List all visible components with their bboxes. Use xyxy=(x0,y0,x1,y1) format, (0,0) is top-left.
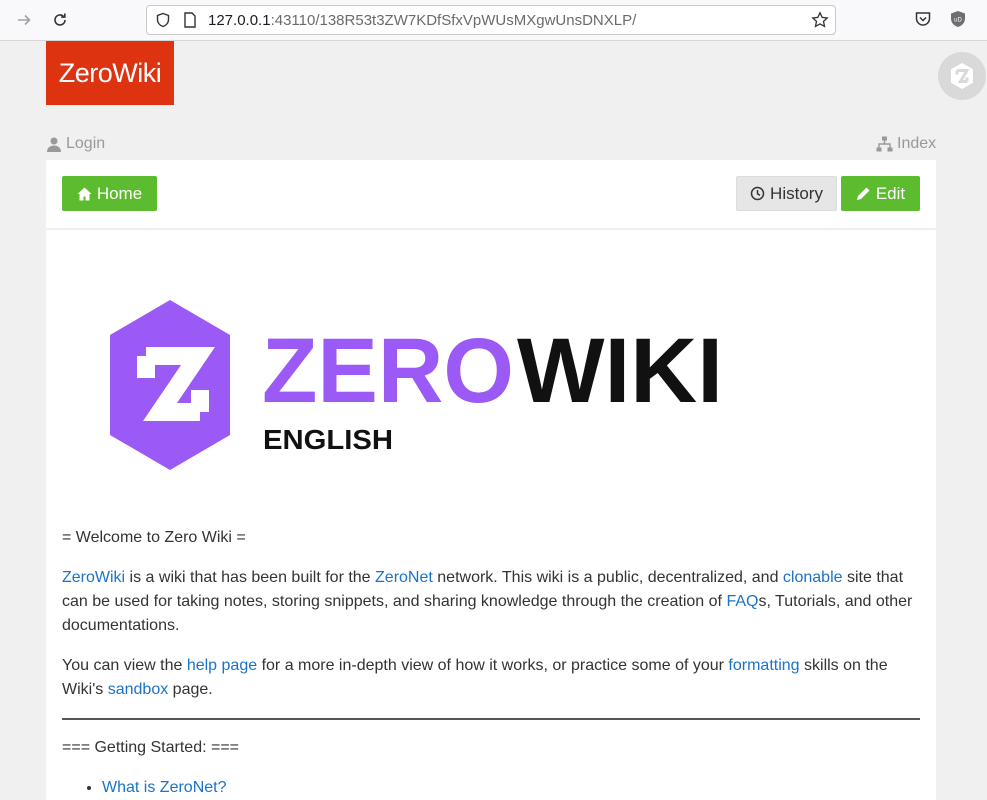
wiki-toolbar: Home History Edit xyxy=(46,160,936,230)
login-label: Login xyxy=(66,135,106,152)
faq-link[interactable]: FAQ xyxy=(726,593,758,610)
zerowiki-hex-logo xyxy=(110,300,230,470)
zeronet-logo-icon xyxy=(951,63,973,89)
page-info-icon[interactable] xyxy=(183,12,197,28)
intro-text-1: is a wiki that has been built for the xyxy=(125,569,376,586)
page: ZeroWiki Login Index Home History Edit Z… xyxy=(0,41,987,800)
help-text-1: You can view the xyxy=(62,657,187,674)
sitemap-icon xyxy=(876,136,893,152)
reload-icon xyxy=(54,13,66,26)
edit-label: Edit xyxy=(875,183,906,203)
zeronet-menu-button[interactable] xyxy=(938,52,986,100)
history-icon xyxy=(750,186,765,201)
home-icon xyxy=(77,187,92,200)
zeronet-link[interactable]: ZeroNet xyxy=(375,569,433,586)
article-heading: = Welcome to Zero Wiki = xyxy=(62,529,246,546)
home-button[interactable]: Home xyxy=(62,176,157,211)
help-page-link[interactable]: help page xyxy=(187,657,257,674)
getting-started-heading: === Getting Started: === xyxy=(62,739,240,756)
url-text: 127.0.0.1:43110/138R53t3ZW7KDfSfxVpWUsMX… xyxy=(208,12,637,29)
site-logo-text: ZeroWiki xyxy=(58,57,162,88)
section-divider xyxy=(62,718,920,720)
site-logo[interactable]: ZeroWiki xyxy=(46,41,174,105)
zerowiki-link[interactable]: ZeroWiki xyxy=(62,569,125,586)
index-link[interactable]: Index xyxy=(876,135,936,153)
zerowiki-english-banner: ZERO WIKI ENGLISH xyxy=(110,300,723,470)
hero-word-wiki: WIKI xyxy=(517,320,723,422)
browser-toolbar: 127.0.0.1:43110/138R53t3ZW7KDfSfxVpWUsMX… xyxy=(0,0,987,41)
intro-paragraph: ZeroWiki is a wiki that has been built f… xyxy=(62,566,920,638)
list-item: What is ZeroNet? xyxy=(102,776,920,800)
formatting-link[interactable]: formatting xyxy=(728,657,799,674)
help-paragraph: You can view the help page for a more in… xyxy=(62,654,920,702)
ublock-icon[interactable]: uD xyxy=(949,10,967,28)
pocket-icon[interactable] xyxy=(914,10,932,28)
home-label: Home xyxy=(96,183,143,203)
history-button[interactable]: History xyxy=(736,176,837,211)
sandbox-link[interactable]: sandbox xyxy=(108,681,169,698)
edit-button[interactable]: Edit xyxy=(841,176,920,211)
history-label: History xyxy=(770,183,823,203)
wiki-card: Home History Edit ZERO WIKI ENGLISH = We… xyxy=(46,160,936,800)
arrow-right-icon xyxy=(18,14,31,26)
what-is-zeronet-link[interactable]: What is ZeroNet? xyxy=(102,779,226,796)
help-text-2: for a more in-depth view of how it works… xyxy=(257,657,729,674)
index-label: Index xyxy=(897,135,937,152)
user-icon xyxy=(47,137,61,152)
hero-subtitle: ENGLISH xyxy=(263,424,393,455)
bookmark-star-icon[interactable] xyxy=(811,11,829,29)
clonable-link[interactable]: clonable xyxy=(783,569,843,586)
getting-started-list: What is ZeroNet? xyxy=(62,776,920,800)
pencil-icon xyxy=(856,187,870,200)
reload-button[interactable] xyxy=(46,6,74,34)
help-text-4: page. xyxy=(168,681,213,698)
login-link[interactable]: Login xyxy=(46,135,105,153)
article-content: = Welcome to Zero Wiki = ZeroWiki is a w… xyxy=(62,526,920,800)
hero-word-zero: ZERO xyxy=(262,320,514,422)
url-bar[interactable]: 127.0.0.1:43110/138R53t3ZW7KDfSfxVpWUsMX… xyxy=(146,5,836,35)
svg-text:uD: uD xyxy=(954,18,962,24)
tracking-shield-icon[interactable] xyxy=(155,12,171,28)
ublock-shield-icon: uD xyxy=(951,11,965,27)
intro-text-2: network. This wiki is a public, decentra… xyxy=(432,569,783,586)
forward-button[interactable] xyxy=(10,6,38,34)
